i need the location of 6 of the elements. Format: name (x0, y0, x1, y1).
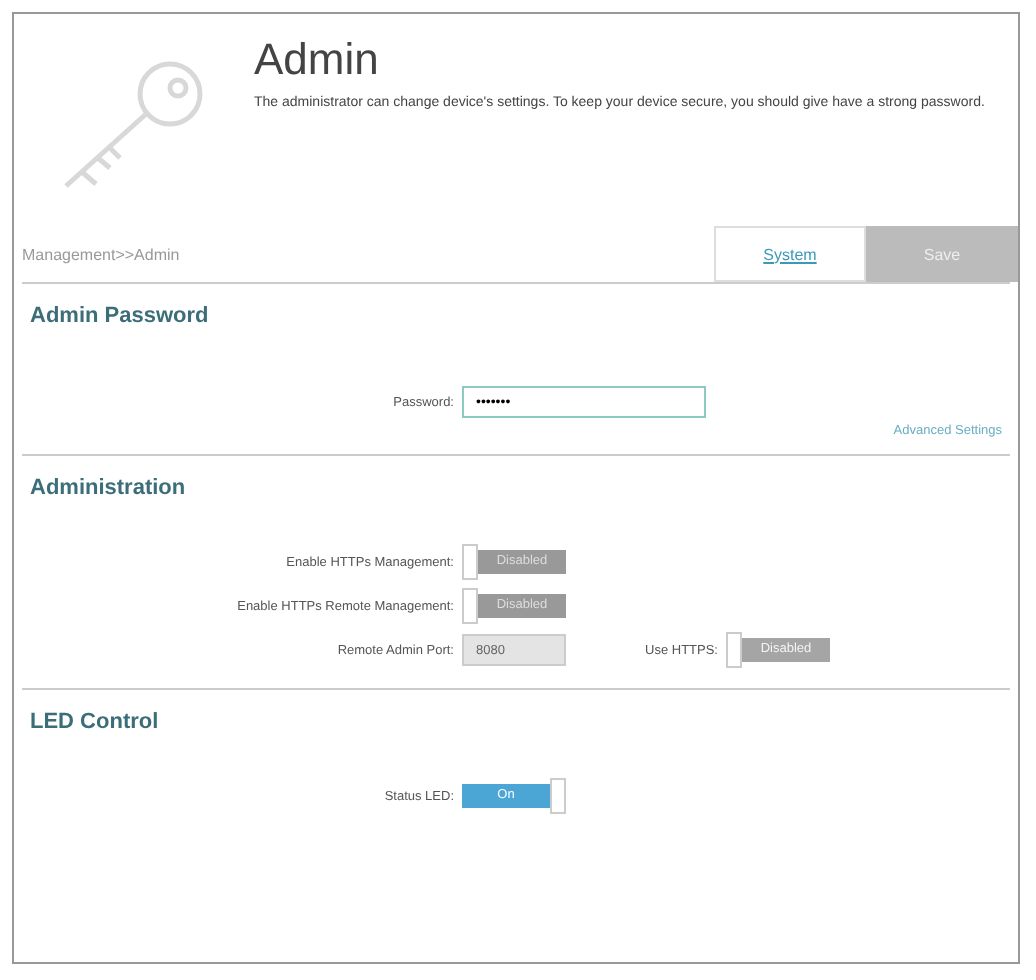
system-button[interactable]: System (714, 226, 866, 282)
section-title: Administration (30, 476, 188, 500)
page-title: Admin (254, 34, 381, 86)
section-title: Admin Password (30, 304, 211, 328)
breadcrumb: Management>>Admin (20, 245, 180, 263)
section-title: LED Control (30, 710, 161, 734)
